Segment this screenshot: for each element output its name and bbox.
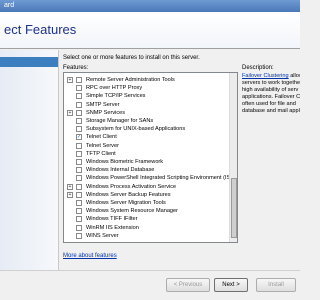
feature-label: Remote Server Administration Tools — [86, 77, 175, 83]
feature-checkbox[interactable] — [76, 216, 82, 223]
feature-label: Simple TCP/IP Services — [86, 93, 146, 100]
feature-row[interactable]: + Remote Server Administration Tools — [64, 76, 230, 84]
feature-checkbox[interactable] — [76, 150, 82, 157]
scrollbar-thumb[interactable] — [231, 178, 237, 238]
feature-checkbox[interactable] — [76, 167, 82, 174]
feature-label: Windows Process Activation Service — [86, 183, 177, 190]
feature-row[interactable]: Windows TIFF IFilter — [64, 215, 230, 223]
feature-row[interactable]: Windows Biometric Framework — [64, 158, 230, 166]
description-line: database and mail appl — [242, 108, 300, 114]
wizard-header: ect Features — [0, 12, 300, 49]
feature-row[interactable]: Subsystem for UNIX-based Applications — [64, 125, 230, 133]
more-about-features-link[interactable]: More about features — [63, 253, 117, 259]
feature-checkbox[interactable]: ✓ — [76, 134, 82, 141]
description-line-1: allow — [290, 73, 300, 79]
description-line: often used for file and — [242, 101, 296, 107]
feature-checkbox[interactable] — [76, 85, 82, 92]
feature-label: TFTP Client — [86, 150, 116, 157]
features-label: Features: — [63, 65, 89, 71]
feature-label: Subsystem for UNIX-based Applications — [86, 126, 186, 133]
feature-checkbox[interactable] — [76, 159, 82, 165]
description-link[interactable]: Failover Clustering — [242, 73, 289, 79]
feature-checkbox[interactable] — [76, 118, 82, 124]
feature-row[interactable]: + Windows Server Backup Features — [64, 191, 230, 199]
wizard-footer: < Previous Next > Install — [0, 270, 300, 300]
previous-button[interactable]: < Previous — [166, 278, 210, 292]
description-label: Description: — [242, 65, 274, 71]
feature-checkbox[interactable] — [76, 183, 82, 190]
feature-row[interactable]: ✓ Telnet Client — [64, 133, 230, 141]
feature-row[interactable]: + SNMP Services — [64, 109, 230, 117]
feature-row[interactable]: WINS Server — [64, 232, 230, 240]
expand-icon[interactable]: + — [67, 191, 73, 198]
feature-row[interactable]: TFTP Client — [64, 150, 230, 158]
feature-checkbox[interactable] — [76, 109, 82, 116]
window-title: ard — [4, 2, 15, 9]
page-title: ect Features — [4, 22, 77, 37]
feature-checkbox[interactable] — [76, 93, 82, 100]
feature-checkbox[interactable] — [76, 175, 82, 182]
feature-row[interactable]: Simple TCP/IP Services — [64, 92, 230, 100]
feature-label: Windows TIFF IFilter — [86, 216, 138, 223]
expand-icon[interactable]: + — [67, 109, 73, 116]
feature-checkbox[interactable] — [76, 232, 82, 239]
feature-row[interactable]: WinRM IIS Extension — [64, 224, 230, 232]
feature-row[interactable]: + Windows Process Activation Service — [64, 183, 230, 191]
feature-checkbox[interactable] — [76, 224, 82, 231]
feature-checkbox[interactable] — [76, 208, 82, 215]
description-line: servers to work togethe — [242, 80, 300, 86]
expand-icon[interactable]: + — [67, 183, 73, 190]
feature-checkbox[interactable] — [76, 77, 82, 83]
feature-checkbox[interactable] — [76, 126, 82, 133]
feature-checkbox[interactable] — [76, 142, 82, 149]
feature-label: Telnet Server — [86, 142, 119, 149]
feature-row[interactable]: Windows Server Migration Tools — [64, 199, 230, 207]
feature-label: Telnet Client — [86, 134, 117, 141]
feature-row[interactable]: SMTP Server — [64, 101, 230, 109]
feature-label: RPC over HTTP Proxy — [86, 85, 143, 92]
feature-row[interactable]: Windows Internal Database — [64, 166, 230, 174]
feature-label: Windows Biometric Framework — [86, 159, 164, 165]
window-titlebar: ard — [0, 0, 300, 12]
feature-label: Storage Manager for SANs — [86, 118, 154, 124]
features-list-scrollbar[interactable] — [229, 73, 237, 242]
feature-row[interactable]: Windows PowerShell Integrated Scripting … — [64, 174, 230, 182]
feature-label: Windows PowerShell Integrated Scripting … — [86, 175, 231, 182]
feature-label: Windows Internal Database — [86, 167, 155, 174]
install-button[interactable]: Install — [256, 278, 296, 292]
feature-row[interactable]: RPC over HTTP Proxy — [64, 84, 230, 92]
feature-checkbox[interactable] — [76, 191, 82, 198]
instruction-text: Select one or more features to install o… — [63, 55, 200, 61]
feature-label: WINS Server — [86, 232, 119, 239]
feature-label: SMTP Server — [86, 101, 120, 108]
description-panel: Failover Clustering allow servers to wor… — [242, 73, 300, 115]
expand-icon[interactable]: + — [67, 77, 73, 83]
description-line: high availability of serv — [242, 87, 299, 93]
wizard-steps-pane — [0, 50, 59, 270]
features-list[interactable]: + Remote Server Administration Tools RPC o… — [63, 72, 238, 243]
feature-label: Windows Server Backup Features — [86, 191, 171, 198]
feature-row[interactable]: Windows System Resource Manager — [64, 207, 230, 215]
next-button[interactable]: Next > — [214, 278, 248, 292]
feature-label: Windows System Resource Manager — [86, 208, 179, 215]
feature-label: Windows Server Migration Tools — [86, 200, 166, 206]
feature-row[interactable]: Telnet Server — [64, 142, 230, 150]
feature-row[interactable]: Storage Manager for SANs — [64, 117, 230, 125]
wizard-step-active[interactable] — [0, 57, 58, 67]
description-line: applications. Failover C — [242, 94, 300, 100]
feature-checkbox[interactable] — [76, 200, 82, 206]
feature-label: WinRM IIS Extension — [86, 224, 139, 231]
feature-label: SNMP Services — [86, 109, 126, 116]
feature-checkbox[interactable] — [76, 101, 82, 108]
